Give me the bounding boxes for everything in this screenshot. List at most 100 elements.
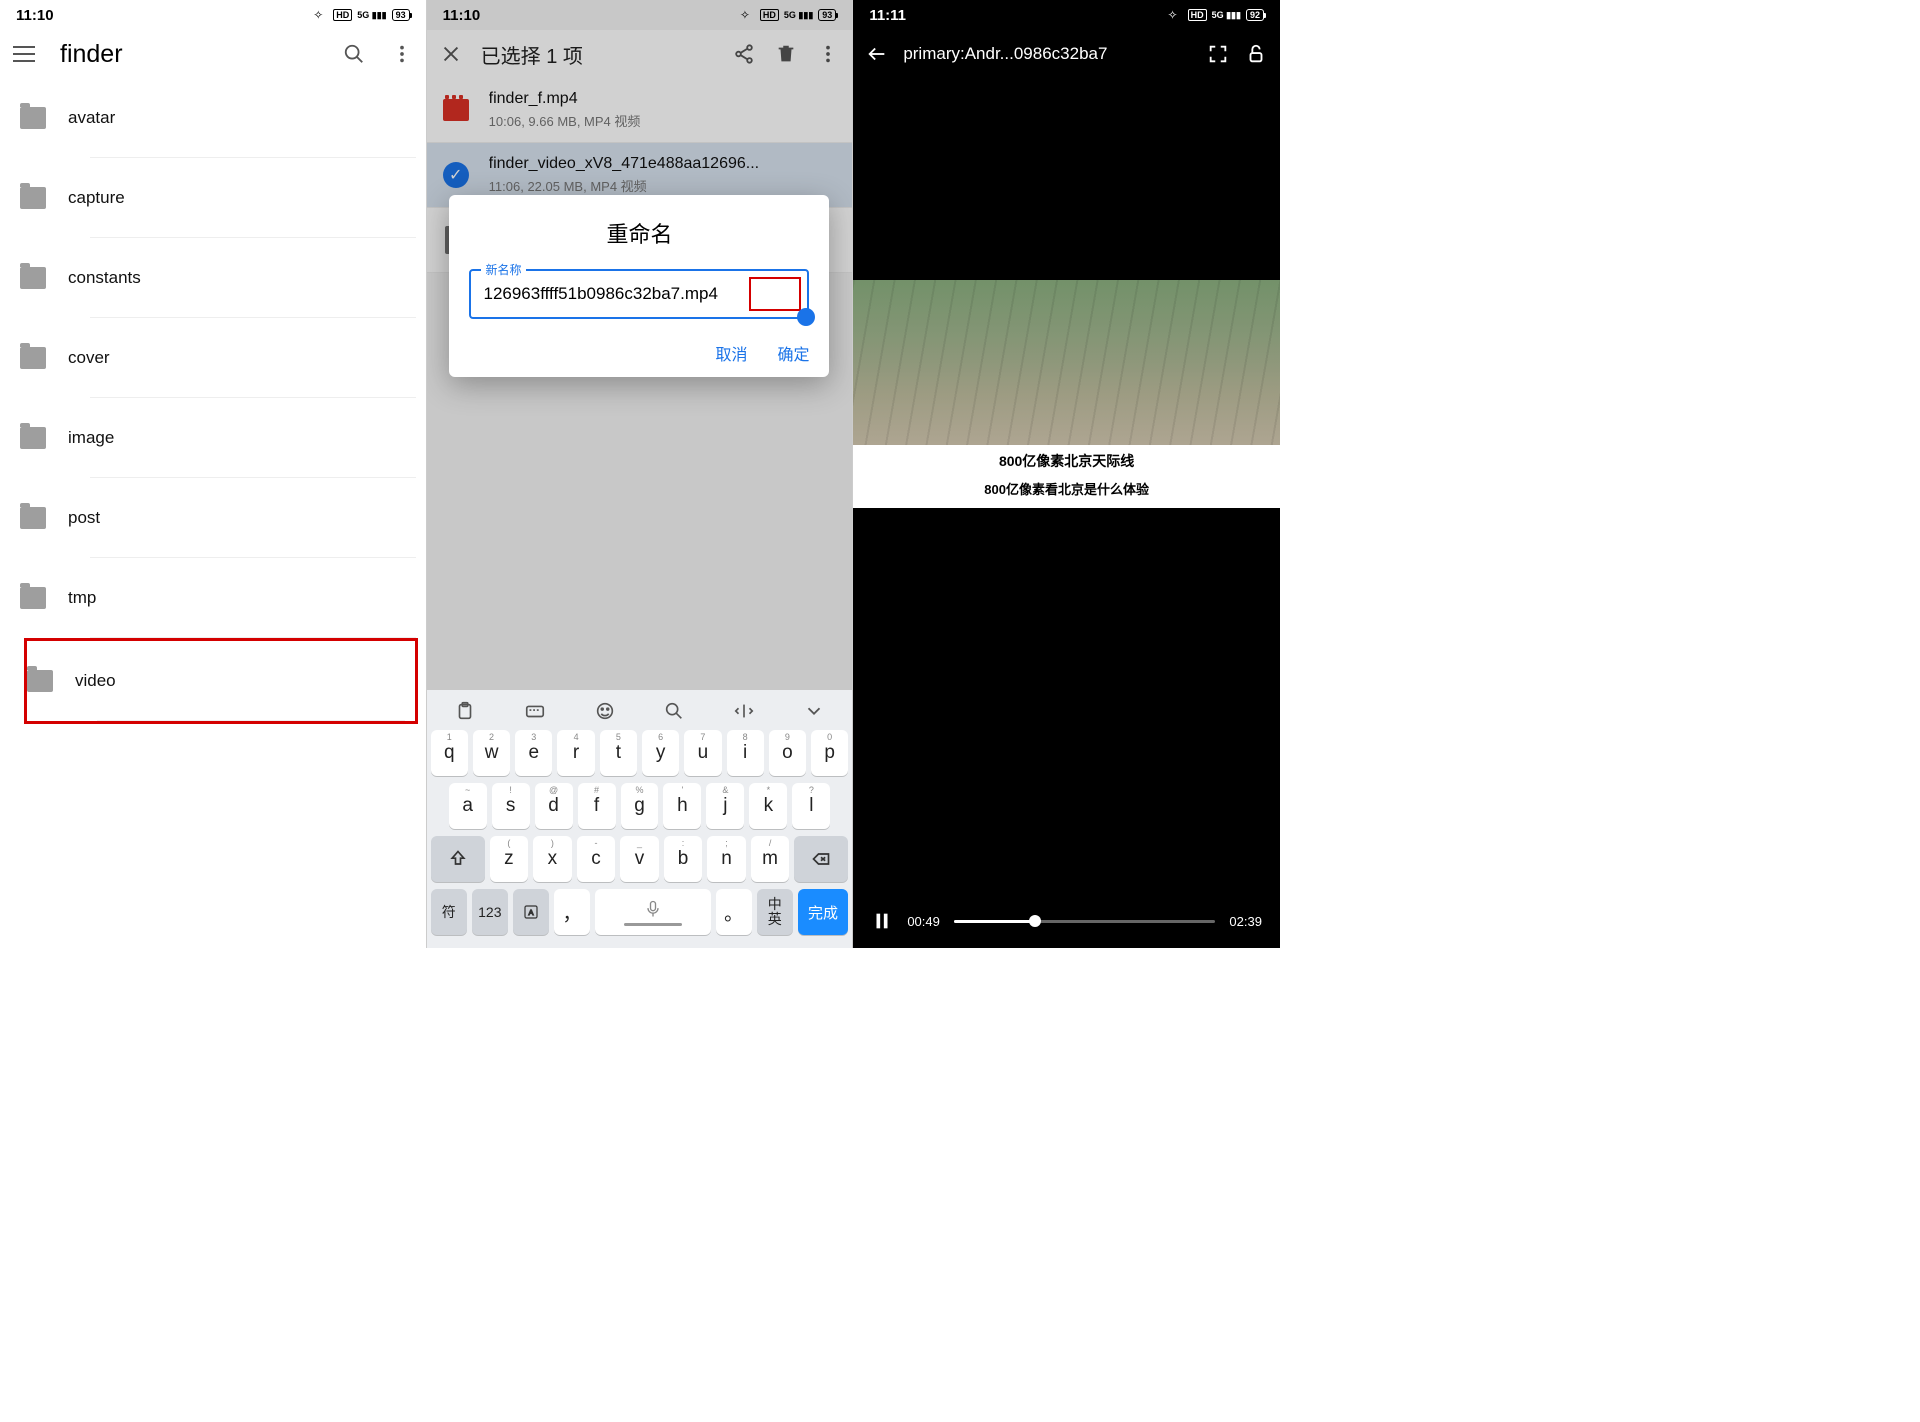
back-button[interactable] — [865, 42, 889, 66]
video-frame[interactable] — [853, 280, 1280, 445]
done-key[interactable]: 完成 — [798, 889, 849, 935]
seek-bar[interactable] — [954, 920, 1216, 923]
shift-key[interactable] — [431, 836, 485, 882]
folder-list: avatarcaptureconstantscoverimage post tmpv… — [0, 78, 426, 724]
signal-5g-icon: 5G ▮▮▮ — [1212, 10, 1241, 21]
soft-keyboard: 1q2w3e4r5t6y7u8i9o0p ~a!s@d#f%g'h&j*k?l … — [427, 690, 853, 948]
space-key[interactable] — [595, 889, 711, 935]
vibrate-icon: ✧ — [1168, 8, 1178, 22]
language-icon: A — [522, 903, 540, 921]
rotation-lock-button[interactable] — [1244, 42, 1268, 66]
menu-button[interactable] — [12, 42, 36, 66]
more-button[interactable] — [390, 42, 414, 66]
language-toggle-key[interactable]: A — [513, 889, 549, 935]
shift-icon — [448, 849, 468, 869]
key-q[interactable]: 1q — [431, 730, 468, 776]
keyboard-row-2: ~a!s@d#f%g'h&j*k?l — [431, 783, 849, 829]
screen-video-player: 11:11 ✧ HD 5G ▮▮▮ 92 primary:Andr...0986… — [853, 0, 1280, 948]
folder-row-cover[interactable]: cover — [20, 318, 426, 398]
search-icon — [343, 43, 365, 65]
folder-icon — [20, 107, 46, 129]
backspace-icon — [811, 849, 831, 869]
key-o[interactable]: 9o — [769, 730, 806, 776]
key-g[interactable]: %g — [621, 783, 659, 829]
key-t[interactable]: 5t — [600, 730, 637, 776]
signal-5g-icon: 5G ▮▮▮ — [357, 10, 386, 21]
folder-row-post[interactable]: post — [20, 478, 426, 558]
folder-row-avatar[interactable]: avatar — [20, 78, 426, 158]
status-icons: ✧ HD 5G ▮▮▮ 93 — [313, 8, 409, 22]
video-title: primary:Andr...0986c32ba7 — [903, 44, 1192, 64]
folder-row-constants[interactable]: constants — [20, 238, 426, 318]
folder-icon — [20, 427, 46, 449]
hd-icon: HD — [1188, 9, 1207, 21]
key-r[interactable]: 4r — [557, 730, 594, 776]
collapse-keyboard-icon[interactable] — [803, 700, 825, 722]
dialog-title: 重命名 — [469, 217, 809, 249]
key-l[interactable]: ?l — [792, 783, 830, 829]
back-arrow-icon — [866, 43, 888, 65]
keyboard-row-3: (z)x-c_v:b;n/m — [431, 836, 849, 882]
ok-button[interactable]: 确定 — [777, 341, 809, 365]
app-bar: finder — [0, 30, 426, 78]
battery-icon: 92 — [1246, 9, 1264, 21]
emoji-icon[interactable] — [594, 700, 616, 722]
fullscreen-icon — [1207, 43, 1229, 65]
comma-key[interactable]: ， — [554, 889, 590, 935]
numbers-key[interactable]: 123 — [472, 889, 508, 935]
key-k[interactable]: *k — [749, 783, 787, 829]
search-button[interactable] — [342, 42, 366, 66]
key-u[interactable]: 7u — [684, 730, 721, 776]
key-d[interactable]: @d — [535, 783, 573, 829]
fullscreen-button[interactable] — [1206, 42, 1230, 66]
folder-label: post — [68, 508, 100, 528]
key-h[interactable]: 'h — [663, 783, 701, 829]
key-f[interactable]: #f — [578, 783, 616, 829]
mic-icon — [643, 899, 663, 919]
key-p[interactable]: 0p — [811, 730, 848, 776]
backspace-key[interactable] — [794, 836, 848, 882]
seek-knob[interactable] — [1029, 915, 1041, 927]
current-time: 00:49 — [907, 914, 940, 929]
status-bar: 11:11 ✧ HD 5G ▮▮▮ 92 — [853, 0, 1280, 30]
key-j[interactable]: &j — [706, 783, 744, 829]
cursor-move-icon[interactable] — [733, 700, 755, 722]
folder-row-video[interactable]: video — [24, 638, 418, 724]
key-s[interactable]: !s — [492, 783, 530, 829]
folder-icon — [20, 507, 46, 529]
kb-search-icon[interactable] — [663, 700, 685, 722]
keyboard-toolbar — [431, 696, 849, 730]
battery-icon: 93 — [392, 9, 410, 21]
key-z[interactable]: (z — [490, 836, 529, 882]
player-app-bar: primary:Andr...0986c32ba7 — [853, 30, 1280, 78]
keyboard-icon[interactable] — [524, 700, 546, 722]
selection-highlight — [749, 277, 801, 311]
cancel-button[interactable]: 取消 — [715, 341, 747, 365]
period-key[interactable]: 。 — [716, 889, 752, 935]
key-x[interactable]: )x — [533, 836, 572, 882]
keyboard-row-1: 1q2w3e4r5t6y7u8i9o0p — [431, 730, 849, 776]
key-c[interactable]: -c — [577, 836, 616, 882]
play-pause-button[interactable] — [871, 910, 893, 932]
field-label: 新名称 — [481, 261, 525, 278]
folder-row-tmp[interactable]: tmp — [20, 558, 426, 638]
key-a[interactable]: ~a — [449, 783, 487, 829]
key-v[interactable]: _v — [620, 836, 659, 882]
folder-row-image[interactable]: image — [20, 398, 426, 478]
rename-field[interactable]: 新名称 — [469, 269, 809, 319]
dialog-buttons: 取消 确定 — [469, 341, 809, 365]
symbols-key[interactable]: 符 — [431, 889, 467, 935]
key-m[interactable]: /m — [751, 836, 790, 882]
key-n[interactable]: ;n — [707, 836, 746, 882]
folder-row-capture[interactable]: capture — [20, 158, 426, 238]
text-cursor-handle[interactable] — [797, 308, 815, 326]
key-y[interactable]: 6y — [642, 730, 679, 776]
app-title: finder — [60, 40, 318, 69]
player-controls: 00:49 02:39 — [853, 910, 1280, 932]
ime-switch-key[interactable]: 中英 — [757, 889, 793, 935]
clipboard-icon[interactable] — [454, 700, 476, 722]
key-i[interactable]: 8i — [727, 730, 764, 776]
key-w[interactable]: 2w — [473, 730, 510, 776]
key-e[interactable]: 3e — [515, 730, 552, 776]
key-b[interactable]: :b — [664, 836, 703, 882]
